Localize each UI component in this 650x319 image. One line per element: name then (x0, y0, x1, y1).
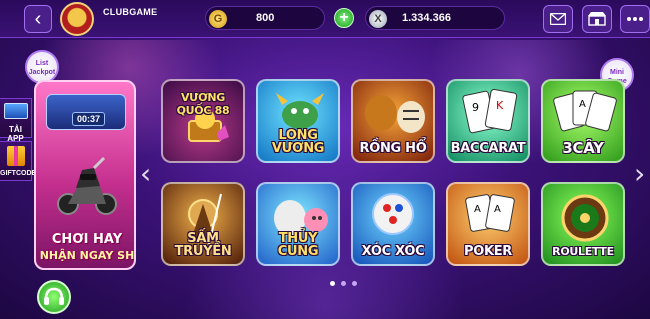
game-label: VƯƠNG QUỐC 88 (176, 91, 230, 117)
username: CLUBGAME (103, 7, 158, 17)
page-dot[interactable] (352, 281, 357, 286)
game-label: ROULETTE (552, 245, 614, 258)
promo-text: CHƠI HAY NHẬN NGAY SH (36, 232, 135, 262)
list-jackpot-button[interactable]: List Jackpot (25, 50, 59, 84)
game-tile-xoc-xoc[interactable]: XÓC XÓC (351, 182, 435, 266)
support-button[interactable] (37, 280, 71, 314)
headset-icon (44, 287, 64, 305)
top-bar: ‹ CLUBGAME G 800 + X 1.334.366 (0, 0, 650, 38)
game-label: POKER (463, 244, 513, 259)
gold-balance-pill: G 800 (205, 6, 325, 30)
silver-coin-icon: X (369, 10, 387, 28)
page-dot[interactable] (330, 281, 335, 286)
mail-button[interactable] (543, 5, 573, 33)
more-menu-button[interactable] (620, 5, 650, 33)
game-tile-long-vuong[interactable]: LONG VƯƠNG (256, 79, 340, 163)
game-label: SẤM TRUYỀN (174, 231, 232, 259)
svg-text:A: A (474, 204, 481, 215)
prev-page-arrow[interactable]: ‹ (140, 160, 151, 188)
scooter-icon (57, 156, 117, 215)
game-label: THỦY CUNG (277, 231, 319, 259)
add-currency-button[interactable]: + (334, 8, 354, 28)
download-app-button[interactable]: TẢI APP (0, 98, 32, 143)
game-label: LONG VƯƠNG (271, 128, 325, 156)
svg-text:A: A (494, 204, 501, 215)
svg-text:K: K (496, 99, 504, 112)
game-tile-roulette[interactable]: ROULETTE (541, 182, 625, 266)
more-icon (627, 17, 643, 21)
game-tile-rong-ho[interactable]: RỒNG HỔ (351, 79, 435, 163)
shop-button[interactable] (582, 5, 612, 33)
mail-icon (550, 13, 566, 25)
game-tile-sam-truyen[interactable]: SẤM TRUYỀN (161, 182, 245, 266)
svg-text:9: 9 (472, 101, 479, 114)
promo-line-2: NHẬN NGAY SH (39, 249, 135, 262)
game-tile-vuong-quoc[interactable]: VƯƠNG QUỐC 88 (161, 79, 245, 163)
game-tile-baccarat[interactable]: 9 K BACCARAT (446, 79, 530, 163)
next-page-arrow[interactable]: › (634, 160, 645, 188)
chevron-left-icon: ‹ (34, 8, 42, 30)
giftcode-label: GIFTCODE (0, 170, 37, 177)
game-label: RỒNG HỔ (359, 141, 427, 156)
page-dot[interactable] (341, 281, 346, 286)
promo-line-1: CHƠI HAY (51, 232, 123, 247)
game-tile-3-cay[interactable]: A 3CÂY (541, 79, 625, 163)
game-label: XÓC XÓC (361, 244, 425, 259)
gold-balance: 800 (256, 12, 275, 24)
silver-balance: 1.334.366 (402, 12, 451, 24)
game-label: 3CÂY (562, 139, 604, 157)
avatar[interactable] (60, 2, 94, 36)
promo-timer: 00:37 (72, 112, 106, 126)
back-button[interactable]: ‹ (24, 5, 52, 33)
giftcode-button[interactable]: GIFTCODE (0, 141, 36, 181)
silver-balance-pill: X 1.334.366 (365, 6, 505, 30)
gold-coin-icon: G (209, 10, 227, 28)
page-indicator (330, 281, 357, 286)
phone-icon (4, 103, 28, 119)
shop-icon (588, 12, 606, 26)
game-tile-thuy-cung[interactable]: THỦY CUNG (256, 182, 340, 266)
svg-text:A: A (579, 99, 586, 110)
game-tile-poker[interactable]: A A POKER (446, 182, 530, 266)
promo-banner[interactable]: 00:37 CHƠI HAY NHẬN NGAY SH (34, 80, 136, 270)
gift-icon (7, 146, 25, 166)
game-label: BACCARAT (450, 141, 526, 156)
